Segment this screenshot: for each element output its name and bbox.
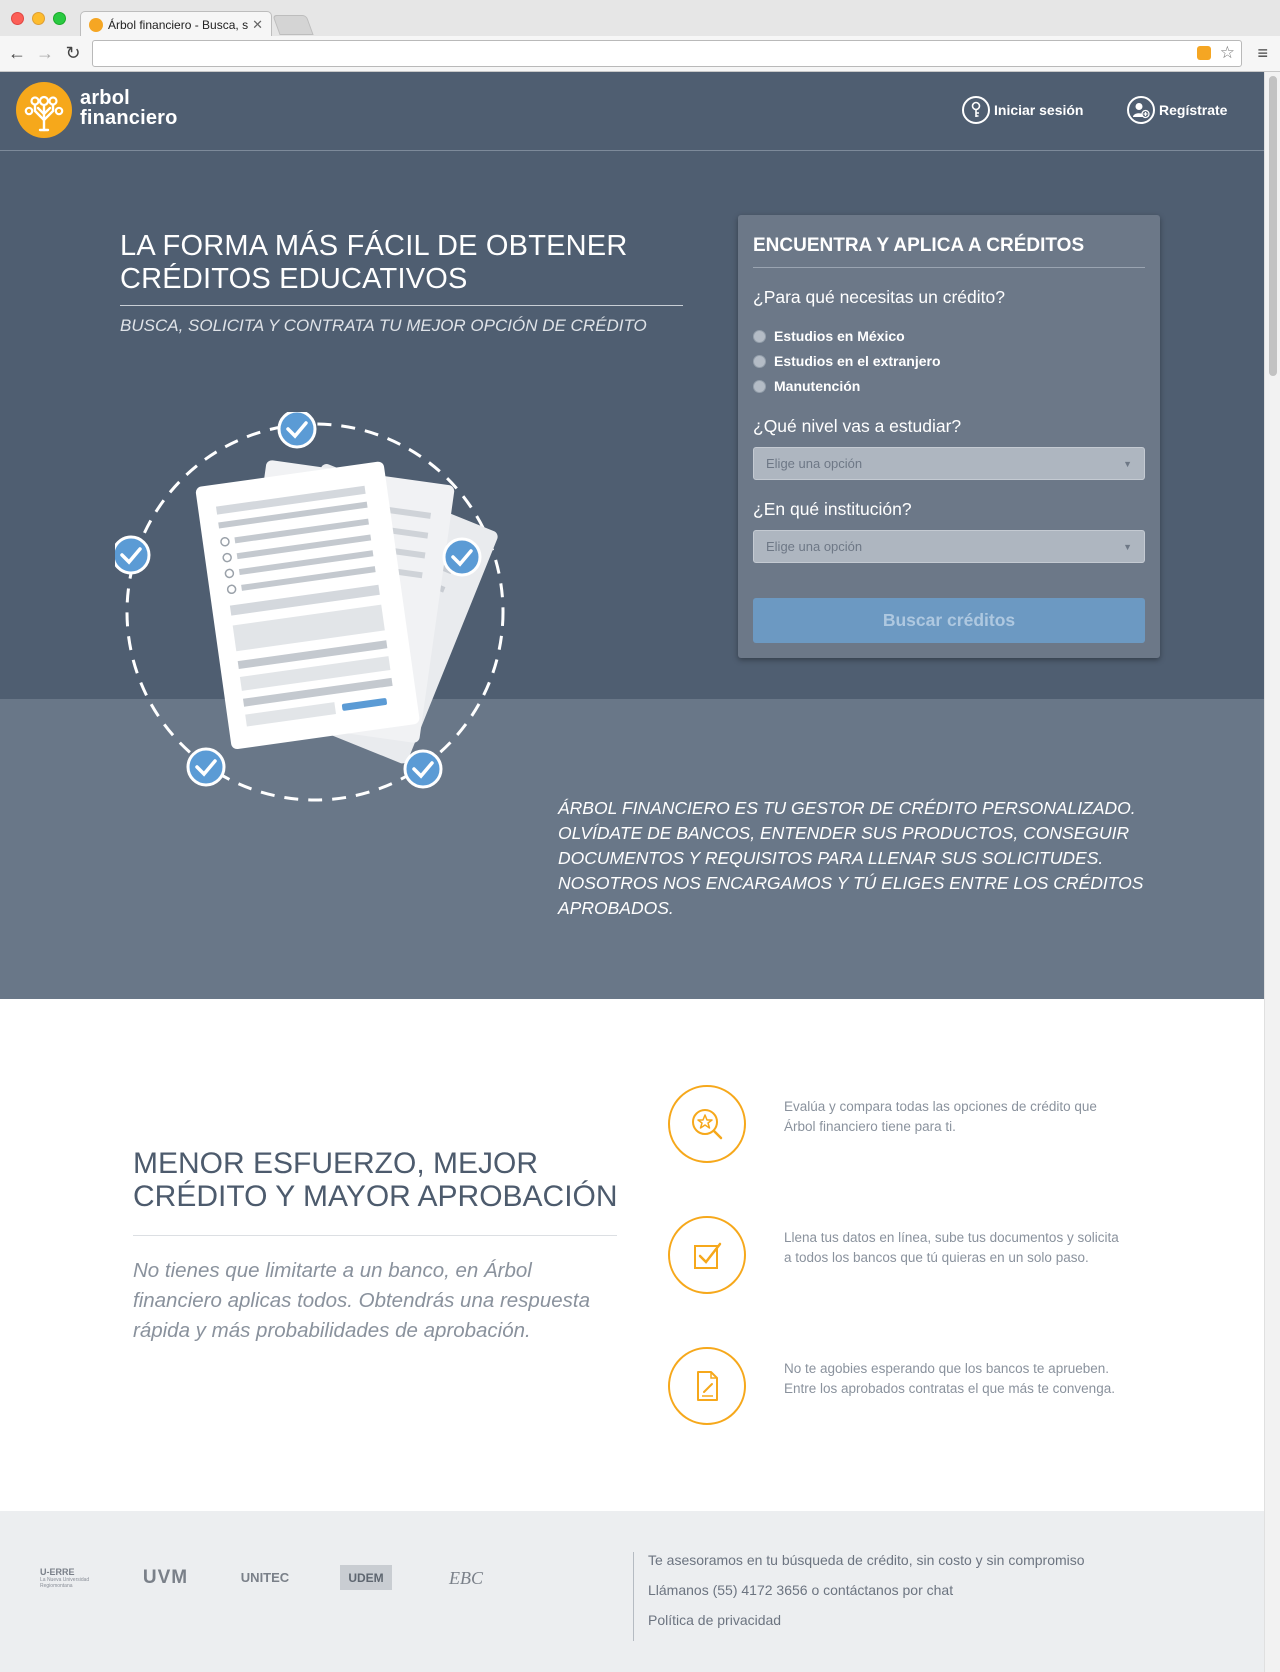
credit-search-card: Encuentra y aplica a créditos ¿Para qué … bbox=[738, 215, 1160, 658]
check-badge-icon bbox=[277, 409, 317, 449]
institution-question: ¿En qué institución? bbox=[753, 499, 912, 519]
check-badge-icon bbox=[442, 537, 482, 577]
register-button[interactable]: Regístrate bbox=[1127, 96, 1227, 124]
level-select[interactable]: Elige una opción ▼ bbox=[753, 447, 1145, 480]
radio-button[interactable] bbox=[753, 379, 766, 393]
bookmark-star-icon[interactable]: ☆ bbox=[1220, 43, 1235, 63]
extension-icon[interactable] bbox=[1197, 46, 1211, 60]
partner-logo-udem[interactable]: UDEM bbox=[340, 1565, 392, 1590]
scrollbar-thumb[interactable] bbox=[1269, 76, 1277, 376]
browser-menu-icon[interactable]: ≡ bbox=[1257, 43, 1268, 64]
page-scrollbar[interactable] bbox=[1264, 72, 1280, 1672]
close-window-button[interactable] bbox=[11, 12, 24, 25]
uerre-logo-text: U-ERRE bbox=[40, 1566, 75, 1577]
hero-subtitle: Busca, solicita y contrata tu mejor opci… bbox=[120, 316, 647, 335]
footer-divider bbox=[633, 1552, 634, 1641]
radio-button[interactable] bbox=[753, 329, 766, 343]
feature-item: Llena tus datos en línea, sube tus docum… bbox=[668, 1216, 1128, 1296]
card-divider bbox=[753, 267, 1145, 268]
check-badge-icon bbox=[186, 747, 226, 787]
search-credits-button[interactable]: Buscar créditos bbox=[753, 598, 1145, 643]
maximize-window-button[interactable] bbox=[53, 12, 66, 25]
feature-text: Evalúa y compara todas las opciones de c… bbox=[784, 1099, 1097, 1134]
hero-divider bbox=[120, 305, 683, 306]
partner-logo-uvm[interactable]: UVM bbox=[138, 1565, 193, 1591]
new-tab-button[interactable] bbox=[272, 15, 314, 35]
radio-label: Estudios en México bbox=[774, 328, 905, 344]
privacy-policy-link[interactable]: Política de privacidad bbox=[648, 1612, 781, 1628]
feature-text: Llena tus datos en línea, sube tus docum… bbox=[784, 1230, 1119, 1265]
dropdown-arrow-icon: ▼ bbox=[1123, 458, 1132, 469]
hero-title-line-2: créditos educativos bbox=[120, 263, 468, 295]
level-question: ¿Qué nivel vas a estudiar? bbox=[753, 416, 962, 436]
hero-description: Árbol financiero es tu gestor de crédito… bbox=[558, 798, 1144, 918]
document-sign-icon bbox=[668, 1347, 746, 1425]
features-title: Menor esfuerzo, mejor crédito y mayor ap… bbox=[133, 1147, 618, 1213]
site-header: arbol financiero Iniciar sesión Regístra… bbox=[0, 72, 1264, 151]
features-divider bbox=[133, 1235, 617, 1236]
search-star-icon bbox=[668, 1085, 746, 1163]
forward-icon[interactable]: → bbox=[34, 42, 56, 64]
footer-advice-text: Te asesoramos en tu búsqueda de crédito,… bbox=[648, 1552, 1085, 1568]
page: Árbol financiero - Busca, s ✕ ← → ↻ ☆ ≡ bbox=[0, 0, 1280, 1672]
tab-title: Árbol financiero - Busca, s bbox=[108, 17, 249, 32]
tree-logo-icon[interactable] bbox=[16, 82, 72, 138]
level-select-value: Elige una opción bbox=[766, 456, 863, 471]
footer-contact-text[interactable]: Llámanos (55) 4172 3656 o contáctanos po… bbox=[648, 1582, 953, 1598]
login-label: Iniciar sesión bbox=[994, 102, 1084, 118]
logo-line-2: financiero bbox=[80, 107, 178, 129]
features-title-line-2: crédito y mayor aprobación bbox=[133, 1180, 618, 1213]
favicon-icon bbox=[89, 17, 103, 32]
radio-button[interactable] bbox=[753, 354, 766, 368]
partner-logo-ebc[interactable]: EBC bbox=[440, 1565, 492, 1591]
uerre-logo-subtext: La Nueva Universidad Regiomontana bbox=[40, 1576, 90, 1589]
purpose-question: ¿Para qué necesitas un crédito? bbox=[753, 287, 1005, 307]
dropdown-arrow-icon: ▼ bbox=[1123, 541, 1132, 552]
feature-item: Evalúa y compara todas las opciones de c… bbox=[668, 1085, 1128, 1165]
radio-label: Manutención bbox=[774, 378, 861, 394]
logo-wordmark[interactable]: arbol financiero bbox=[80, 88, 178, 128]
institution-select[interactable]: Elige una opción ▼ bbox=[753, 530, 1145, 563]
check-badge-icon bbox=[111, 535, 151, 575]
card-title: Encuentra y aplica a créditos bbox=[753, 235, 1085, 256]
browser-titlebar: Árbol financiero - Busca, s ✕ bbox=[0, 0, 1280, 37]
reload-icon[interactable]: ↻ bbox=[62, 42, 84, 64]
login-button[interactable]: Iniciar sesión bbox=[962, 96, 1083, 124]
partner-logo-unitec[interactable]: UNITEC bbox=[240, 1562, 290, 1592]
browser-tab[interactable]: Árbol financiero - Busca, s ✕ bbox=[80, 11, 272, 37]
radio-option-maintenance[interactable]: Manutención bbox=[753, 378, 860, 394]
documents-illustration bbox=[111, 409, 515, 812]
radio-label: Estudios en el extranjero bbox=[774, 353, 941, 369]
features-subtitle: No tienes que limitarte a un banco, en Á… bbox=[133, 1259, 590, 1342]
checkbox-icon bbox=[668, 1216, 746, 1294]
key-icon bbox=[962, 96, 990, 124]
add-user-icon bbox=[1127, 96, 1155, 124]
back-icon[interactable]: ← bbox=[6, 42, 28, 64]
hero-title-line-1: La forma más fácil de obtener bbox=[120, 230, 628, 262]
address-bar[interactable]: ☆ bbox=[92, 40, 1242, 67]
partner-logo-uerre[interactable]: U-ERRE La Nueva Universidad Regiomontana bbox=[40, 1560, 100, 1596]
radio-option-mexico[interactable]: Estudios en México bbox=[753, 328, 905, 344]
close-tab-icon[interactable]: ✕ bbox=[252, 17, 263, 33]
features-title-line-1: Menor esfuerzo, mejor bbox=[133, 1147, 539, 1180]
footer bbox=[0, 1511, 1264, 1672]
feature-text: No te agobies esperando que los bancos t… bbox=[784, 1361, 1115, 1396]
logo-line-1: arbol bbox=[80, 87, 130, 109]
radio-option-abroad[interactable]: Estudios en el extranjero bbox=[753, 353, 941, 369]
browser-toolbar: ← → ↻ ☆ ≡ bbox=[0, 36, 1280, 72]
feature-item: No te agobies esperando que los bancos t… bbox=[668, 1347, 1128, 1427]
minimize-window-button[interactable] bbox=[32, 12, 45, 25]
register-label: Regístrate bbox=[1159, 102, 1228, 118]
institution-select-value: Elige una opción bbox=[766, 539, 863, 554]
check-badge-icon bbox=[403, 749, 443, 789]
hero-title: La forma más fácil de obtener créditos e… bbox=[120, 230, 680, 296]
